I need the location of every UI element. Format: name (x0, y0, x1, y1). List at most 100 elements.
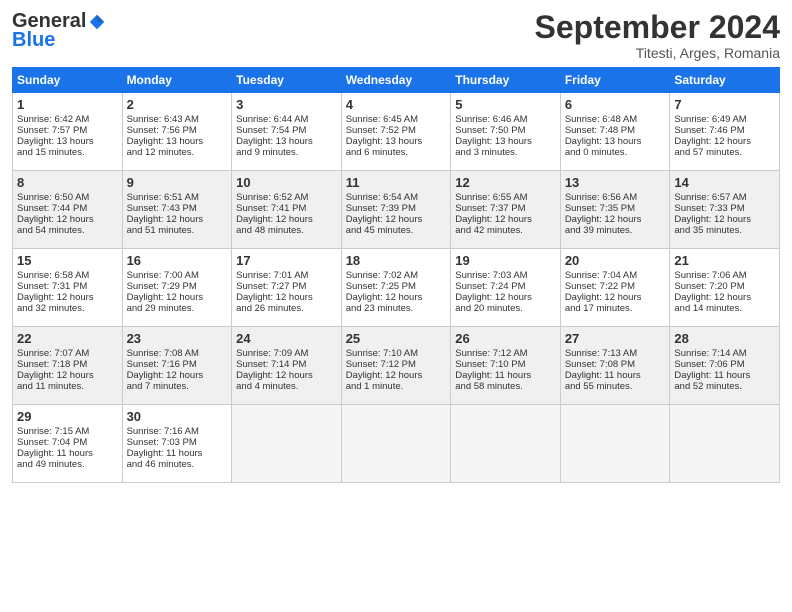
table-row: 10Sunrise: 6:52 AMSunset: 7:41 PMDayligh… (232, 171, 342, 249)
day-info: and 11 minutes. (17, 381, 118, 392)
day-info: Sunrise: 6:50 AM (17, 192, 118, 203)
day-info: Sunrise: 6:48 AM (565, 114, 666, 125)
day-info: and 58 minutes. (455, 381, 556, 392)
day-info: and 29 minutes. (127, 303, 228, 314)
day-number: 8 (17, 175, 118, 190)
day-info: Daylight: 12 hours (17, 370, 118, 381)
day-number: 23 (127, 331, 228, 346)
day-number: 12 (455, 175, 556, 190)
day-info: Sunrise: 6:49 AM (674, 114, 775, 125)
day-info: Daylight: 12 hours (565, 292, 666, 303)
table-row: 4Sunrise: 6:45 AMSunset: 7:52 PMDaylight… (341, 93, 451, 171)
table-row (560, 405, 670, 483)
day-info: Sunrise: 6:55 AM (455, 192, 556, 203)
day-info: Sunrise: 6:46 AM (455, 114, 556, 125)
page: General Blue September 2024 Titesti, Arg… (0, 0, 792, 612)
day-number: 2 (127, 97, 228, 112)
day-info: Sunrise: 7:10 AM (346, 348, 447, 359)
day-number: 28 (674, 331, 775, 346)
table-row: 1Sunrise: 6:42 AMSunset: 7:57 PMDaylight… (13, 93, 123, 171)
day-info: Sunrise: 7:00 AM (127, 270, 228, 281)
day-number: 18 (346, 253, 447, 268)
header-thursday: Thursday (451, 68, 561, 93)
table-row: 5Sunrise: 6:46 AMSunset: 7:50 PMDaylight… (451, 93, 561, 171)
day-info: and 17 minutes. (565, 303, 666, 314)
header-tuesday: Tuesday (232, 68, 342, 93)
day-number: 29 (17, 409, 118, 424)
table-row: 19Sunrise: 7:03 AMSunset: 7:24 PMDayligh… (451, 249, 561, 327)
day-number: 15 (17, 253, 118, 268)
day-info: Sunrise: 6:44 AM (236, 114, 337, 125)
table-row (451, 405, 561, 483)
header-monday: Monday (122, 68, 232, 93)
day-info: and 49 minutes. (17, 459, 118, 470)
table-row (232, 405, 342, 483)
day-info: Daylight: 12 hours (127, 214, 228, 225)
day-info: Sunrise: 7:15 AM (17, 426, 118, 437)
day-info: and 23 minutes. (346, 303, 447, 314)
day-info: Daylight: 12 hours (236, 214, 337, 225)
day-info: and 26 minutes. (236, 303, 337, 314)
day-info: Sunrise: 6:57 AM (674, 192, 775, 203)
day-info: Sunrise: 7:01 AM (236, 270, 337, 281)
day-number: 3 (236, 97, 337, 112)
day-info: Sunrise: 7:09 AM (236, 348, 337, 359)
day-info: Sunset: 7:43 PM (127, 203, 228, 214)
table-row: 24Sunrise: 7:09 AMSunset: 7:14 PMDayligh… (232, 327, 342, 405)
day-info: Daylight: 12 hours (127, 292, 228, 303)
day-info: Sunset: 7:20 PM (674, 281, 775, 292)
day-info: and 32 minutes. (17, 303, 118, 314)
day-info: Daylight: 13 hours (236, 136, 337, 147)
day-info: Daylight: 11 hours (17, 448, 118, 459)
day-info: and 14 minutes. (674, 303, 775, 314)
day-info: Daylight: 12 hours (346, 292, 447, 303)
day-info: Sunset: 7:10 PM (455, 359, 556, 370)
table-row: 17Sunrise: 7:01 AMSunset: 7:27 PMDayligh… (232, 249, 342, 327)
day-info: and 9 minutes. (236, 147, 337, 158)
day-info: Sunset: 7:41 PM (236, 203, 337, 214)
day-info: and 55 minutes. (565, 381, 666, 392)
day-number: 5 (455, 97, 556, 112)
day-info: Sunset: 7:54 PM (236, 125, 337, 136)
day-info: Daylight: 11 hours (127, 448, 228, 459)
header: General Blue September 2024 Titesti, Arg… (12, 10, 780, 61)
table-row: 2Sunrise: 6:43 AMSunset: 7:56 PMDaylight… (122, 93, 232, 171)
day-info: Sunset: 7:48 PM (565, 125, 666, 136)
location: Titesti, Arges, Romania (535, 45, 780, 61)
table-row (670, 405, 780, 483)
day-info: Daylight: 13 hours (346, 136, 447, 147)
day-number: 1 (17, 97, 118, 112)
day-info: Sunset: 7:50 PM (455, 125, 556, 136)
day-info: Sunset: 7:52 PM (346, 125, 447, 136)
table-row: 23Sunrise: 7:08 AMSunset: 7:16 PMDayligh… (122, 327, 232, 405)
day-info: Sunset: 7:14 PM (236, 359, 337, 370)
day-number: 16 (127, 253, 228, 268)
day-number: 24 (236, 331, 337, 346)
day-number: 9 (127, 175, 228, 190)
day-info: and 46 minutes. (127, 459, 228, 470)
day-info: Sunset: 7:44 PM (17, 203, 118, 214)
table-row: 18Sunrise: 7:02 AMSunset: 7:25 PMDayligh… (341, 249, 451, 327)
day-info: Daylight: 12 hours (674, 292, 775, 303)
day-info: Sunset: 7:08 PM (565, 359, 666, 370)
day-info: Daylight: 12 hours (565, 214, 666, 225)
day-info: Sunset: 7:39 PM (346, 203, 447, 214)
day-number: 14 (674, 175, 775, 190)
day-info: Daylight: 13 hours (17, 136, 118, 147)
table-row: 13Sunrise: 6:56 AMSunset: 7:35 PMDayligh… (560, 171, 670, 249)
day-number: 13 (565, 175, 666, 190)
day-number: 7 (674, 97, 775, 112)
day-info: Daylight: 11 hours (565, 370, 666, 381)
day-info: Sunset: 7:33 PM (674, 203, 775, 214)
day-info: Sunset: 7:06 PM (674, 359, 775, 370)
day-info: and 6 minutes. (346, 147, 447, 158)
day-info: Sunrise: 7:03 AM (455, 270, 556, 281)
day-info: Daylight: 12 hours (346, 214, 447, 225)
day-info: Sunset: 7:27 PM (236, 281, 337, 292)
day-info: and 39 minutes. (565, 225, 666, 236)
calendar-week-row: 15Sunrise: 6:58 AMSunset: 7:31 PMDayligh… (13, 249, 780, 327)
day-info: Sunset: 7:37 PM (455, 203, 556, 214)
day-info: Sunrise: 6:58 AM (17, 270, 118, 281)
table-row (341, 405, 451, 483)
day-info: Sunrise: 6:52 AM (236, 192, 337, 203)
